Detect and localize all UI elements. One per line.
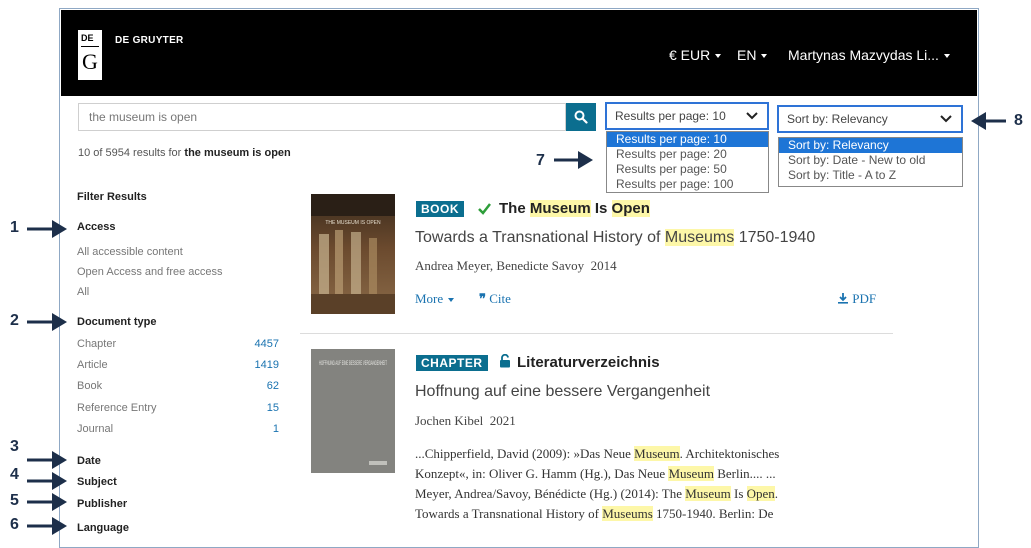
excerpt-line: Towards a Transnational History of Museu… [415,506,773,522]
excerpt-highlight: Museum [685,486,731,501]
excerpt-highlight: Open [746,486,775,501]
filter-heading-language[interactable]: Language [77,522,129,534]
excerpt-line: Meyer, Andrea/Savoy, Bénédicte (Hg.) (20… [415,486,778,502]
filter-heading-date[interactable]: Date [77,455,101,467]
annotation-label-2: 2 [10,312,19,329]
author-names: Jochen Kibel [415,413,484,428]
filter-heading-publisher[interactable]: Publisher [77,498,127,510]
chapter-badge: CHAPTER [416,355,488,371]
open-lock-icon [500,354,510,368]
excerpt-highlight: Museum [668,466,714,481]
excerpt-text: Towards a Transnational History of [415,506,603,521]
result-subtitle: Hoffnung auf eine bessere Vergangenheit [415,383,711,400]
result-title-literaturverzeichnis[interactable]: Literaturverzeichnis [517,354,660,371]
checkmark-icon [478,203,491,215]
filter-item-access-all[interactable]: All [77,286,89,298]
quote-icon: ❞ [479,291,486,306]
more-button[interactable]: More [415,291,455,307]
subtitle-highlight: Museums [664,229,735,246]
book-cover-image[interactable]: THE MUSEUM IS OPEN [311,194,395,314]
filter-count-book[interactable]: 62 [239,380,279,392]
subtitle-part: 1750-1940 [734,229,816,246]
title-highlight: Museum [529,200,591,217]
caret-down-icon [448,298,455,303]
annotation-label-5: 5 [10,492,19,509]
filter-heading-access[interactable]: Access [77,221,116,233]
excerpt-line: Konzept«, in: Oliver G. Hamm (Hg.), Das … [415,466,776,482]
excerpt-line: ...Chipperfield, David (2009): »Das Neue… [415,446,779,462]
filter-count-article[interactable]: 1419 [239,359,279,371]
pdf-download-button[interactable]: PDF [837,291,876,307]
result-title-museum-is-open[interactable]: The Museum Is Open [499,200,650,217]
filter-item-book[interactable]: Book [77,380,102,392]
cite-button[interactable]: ❞ Cite [479,291,511,307]
annotation-label-4: 4 [10,466,19,483]
download-icon [838,293,848,304]
filter-results-title: Filter Results [77,191,147,203]
annotation-label-6: 6 [10,516,19,533]
title-part: The [499,200,530,217]
filter-heading-subject[interactable]: Subject [77,476,117,488]
annotation-label-7: 7 [536,152,545,169]
excerpt-highlight: Museums [602,506,653,521]
filter-count-chapter[interactable]: 4457 [239,338,279,350]
excerpt-text: . Architektonisches [679,446,780,461]
filter-count-reference-entry[interactable]: 15 [239,402,279,414]
chapter-cover-title: HOFFNUNG AUF EINE BESSERE VERGANGENHEIT [319,361,387,367]
more-label: More [415,291,444,306]
annotation-label-1: 1 [10,219,19,236]
excerpt-text: 1750-1940. Berlin: De [652,506,774,521]
filter-item-article[interactable]: Article [77,359,108,371]
excerpt-text: . [774,486,779,501]
title-part: Is [590,200,612,217]
filter-item-access-open[interactable]: Open Access and free access [77,266,223,278]
chapter-cover-image[interactable]: HOFFNUNG AUF EINE BESSERE VERGANGENHEIT [311,349,395,473]
excerpt-text: ...Chipperfield, David (2009): »Das Neue [415,446,635,461]
filter-heading-document-type[interactable]: Document type [77,316,156,328]
pdf-label: PDF [852,291,877,306]
excerpt-text: Is [730,486,747,501]
book-cover-title: THE MUSEUM IS OPEN [325,220,381,226]
excerpt-highlight: Museum [634,446,680,461]
result-subtitle: Towards a Transnational History of Museu… [415,229,815,247]
excerpt-text: Meyer, Andrea/Savoy, Bénédicte (Hg.) (20… [415,486,686,501]
filter-item-chapter[interactable]: Chapter [77,338,116,350]
excerpt-text: Berlin.... ... [713,466,776,481]
cite-label: Cite [489,291,511,306]
author-names: Andrea Meyer, Benedicte Savoy [415,258,585,273]
excerpt-text: Konzept«, in: Oliver G. Hamm (Hg.), Das … [415,466,669,481]
filter-count-journal[interactable]: 1 [239,423,279,435]
result-year: 2014 [590,258,617,273]
result-divider [300,333,893,334]
book-badge: BOOK [416,201,464,217]
annotation-label-3: 3 [10,438,19,455]
result-authors: Andrea Meyer, Benedicte Savoy 2014 [415,258,617,274]
result-authors: Jochen Kibel 2021 [415,413,516,429]
subtitle-part: Towards a Transnational History of [415,229,665,246]
result-year: 2021 [489,413,516,428]
filter-item-journal[interactable]: Journal [77,423,113,435]
annotation-label-8: 8 [1014,112,1023,129]
filter-item-access-all-accessible[interactable]: All accessible content [77,246,183,258]
title-highlight: Open [611,200,650,217]
filter-item-reference-entry[interactable]: Reference Entry [77,402,156,414]
